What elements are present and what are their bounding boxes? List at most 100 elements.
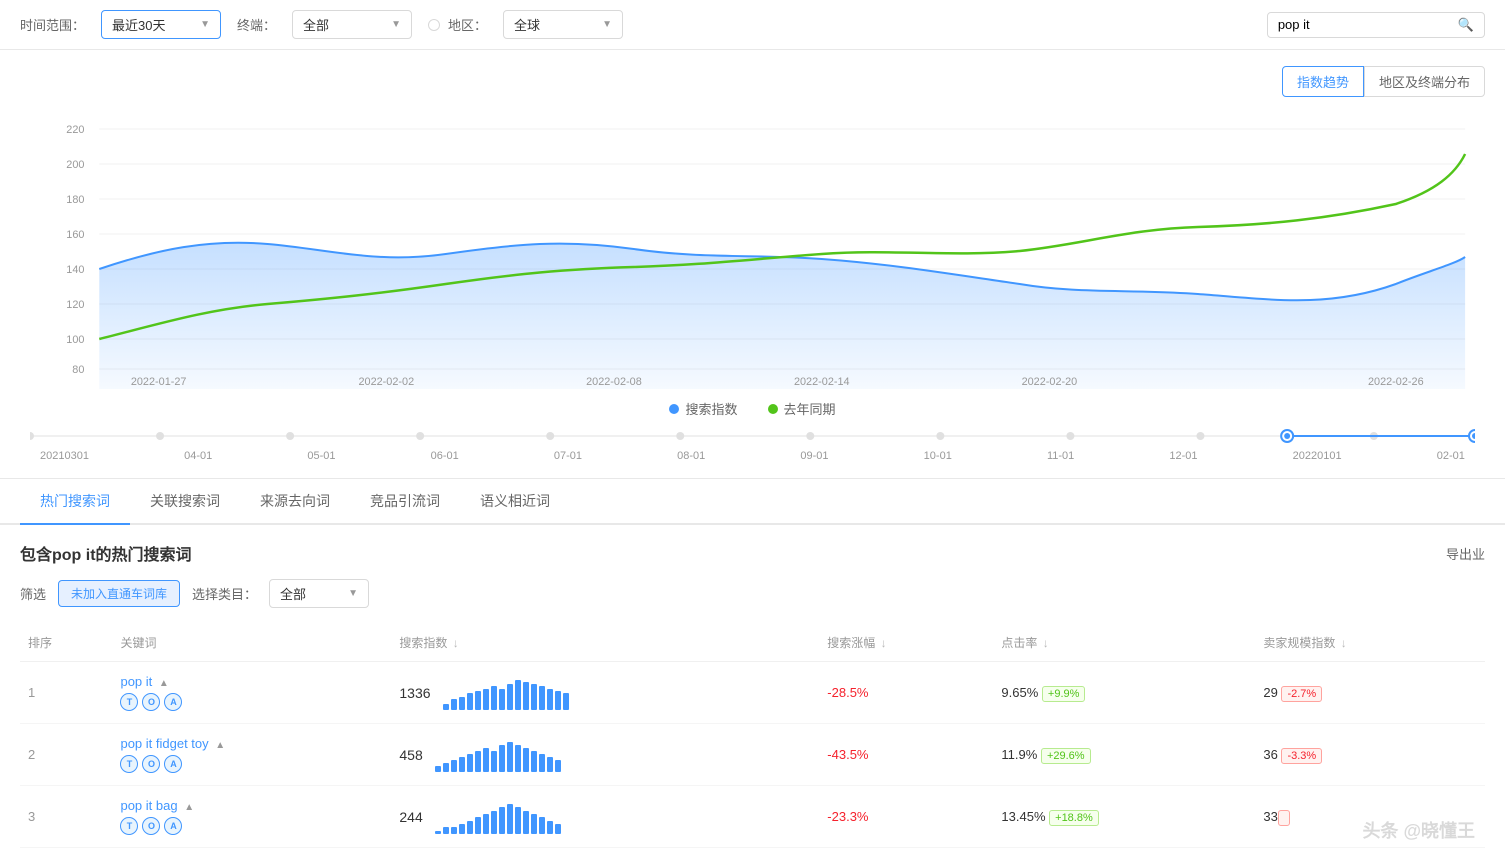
time-chevron-icon: ▼: [200, 19, 210, 30]
tag-icons: TOA: [120, 817, 383, 835]
th-growth: 搜索涨幅 ↓: [819, 624, 993, 662]
tab-trend[interactable]: 指数趋势: [1282, 66, 1364, 97]
mini-bar: [467, 754, 473, 772]
tl-10: 12-01: [1169, 450, 1197, 462]
click-rate-val: 9.65%: [1001, 685, 1038, 700]
mini-bar: [507, 804, 513, 834]
mini-bar: [555, 691, 561, 710]
cell-click-rate: 11.9% +29.6%: [993, 724, 1255, 786]
seller-growth-tag: [1278, 810, 1290, 826]
content-area: 包含pop it的热门搜索词 导出业 筛选 未加入直通车词库 选择类目： 全部 …: [0, 525, 1505, 864]
th-rank: 排序: [20, 624, 112, 662]
click-growth-tag: +18.8%: [1049, 810, 1099, 826]
search-icon[interactable]: 🔍: [1458, 17, 1474, 33]
sort-click-icon[interactable]: ↓: [1043, 636, 1049, 650]
mini-bar: [563, 693, 569, 710]
terminal-label: 终端：: [237, 15, 276, 34]
svg-text:2022-02-26: 2022-02-26: [1368, 376, 1424, 388]
tab-region[interactable]: 地区及终端分布: [1364, 66, 1485, 97]
cell-rank: 2: [20, 724, 112, 786]
sort-seller-icon[interactable]: ↓: [1341, 636, 1347, 650]
chart-tabs: 指数趋势 地区及终端分布: [20, 66, 1485, 97]
tl-4: 06-01: [431, 450, 459, 462]
tag-icon: O: [142, 755, 160, 773]
rank-num: 3: [28, 809, 35, 824]
keyword-link[interactable]: pop it bag ▲: [120, 798, 194, 813]
cell-search-index: 1336: [391, 662, 819, 724]
trend-arrow-icon: ▲: [215, 740, 225, 751]
cell-seller-index: 33: [1255, 786, 1485, 848]
tab-source-dest[interactable]: 来源去向词: [240, 479, 350, 525]
mini-bar: [435, 831, 441, 834]
svg-text:100: 100: [66, 334, 84, 346]
mini-bar: [531, 751, 537, 772]
click-growth-tag: +9.9%: [1042, 686, 1086, 702]
svg-text:2022-02-02: 2022-02-02: [358, 376, 414, 388]
table-row: 3pop it bag ▲TOA244-23.3%13.45% +18.8%33: [20, 786, 1485, 848]
mini-bar: [539, 686, 545, 710]
mini-bar: [491, 811, 497, 834]
tl-3: 05-01: [307, 450, 335, 462]
mini-bar: [467, 821, 473, 834]
category-select[interactable]: 全部 ▼: [269, 579, 369, 608]
keyword-link[interactable]: pop it fidget toy ▲: [120, 736, 225, 751]
tl-5: 07-01: [554, 450, 582, 462]
time-select[interactable]: 最近30天 ▼: [101, 10, 221, 39]
sort-growth-icon[interactable]: ↓: [881, 636, 887, 650]
export-button[interactable]: 导出业: [1446, 544, 1485, 563]
cell-keyword: pop it fidget toy ▲TOA: [112, 724, 391, 786]
cell-rank: 3: [20, 786, 112, 848]
th-seller-index: 卖家规模指数 ↓: [1255, 624, 1485, 662]
region-label: 地区：: [448, 15, 487, 34]
legend-lastyear-label: 去年同期: [784, 399, 836, 418]
trend-arrow-icon: ▲: [184, 802, 194, 813]
click-growth-tag: +29.6%: [1041, 748, 1091, 764]
mini-bar: [531, 684, 537, 710]
rank-num: 2: [28, 747, 35, 762]
svg-text:80: 80: [72, 364, 84, 376]
legend-search: 搜索指数: [669, 399, 737, 418]
mini-bar: [499, 807, 505, 834]
sort-search-icon[interactable]: ↓: [453, 636, 459, 650]
tl-7: 09-01: [800, 450, 828, 462]
mini-bar: [547, 689, 553, 710]
search-input[interactable]: [1278, 17, 1458, 32]
top-filter-bar: 时间范围： 最近30天 ▼ 终端： 全部 ▼ 地区： 全球 ▼ 🔍: [0, 0, 1505, 50]
terminal-chevron-icon: ▼: [391, 19, 401, 30]
time-label: 时间范围：: [20, 15, 85, 34]
mini-bar: [523, 748, 529, 772]
mini-bar: [459, 697, 465, 710]
search-index-val: 244: [399, 809, 422, 825]
mini-chart: [435, 799, 561, 834]
mini-bar: [539, 817, 545, 834]
mini-bar: [443, 704, 449, 710]
growth-value: -28.5%: [827, 685, 868, 700]
filter-row: 筛选 未加入直通车词库 选择类目： 全部 ▼: [20, 579, 1485, 608]
terminal-value: 全部: [303, 15, 329, 34]
section-title: 包含pop it的热门搜索词: [20, 541, 192, 565]
region-radio[interactable]: [428, 19, 440, 31]
timeline-labels: 20210301 04-01 05-01 06-01 07-01 08-01 0…: [30, 450, 1475, 462]
tab-semantic[interactable]: 语义相近词: [460, 479, 570, 525]
click-rate-val: 11.9%: [1001, 747, 1037, 762]
cell-seller-index: 36 -3.3%: [1255, 724, 1485, 786]
seller-growth-tag: -3.3%: [1281, 748, 1322, 764]
cell-rank: 1: [20, 662, 112, 724]
filter-tag-cart[interactable]: 未加入直通车词库: [58, 580, 180, 607]
legend-lastyear-dot: [768, 404, 778, 414]
tab-competitor[interactable]: 竞品引流词: [350, 479, 460, 525]
mini-bar: [523, 811, 529, 834]
mini-bar: [435, 766, 441, 772]
tab-related-search[interactable]: 关联搜索词: [130, 479, 240, 525]
tab-hot-search[interactable]: 热门搜索词: [20, 479, 130, 525]
region-select[interactable]: 全球 ▼: [503, 10, 623, 39]
tl-12: 02-01: [1437, 450, 1465, 462]
terminal-select[interactable]: 全部 ▼: [292, 10, 412, 39]
keyword-link[interactable]: pop it ▲: [120, 674, 168, 689]
growth-value: -43.5%: [827, 747, 868, 762]
search-box[interactable]: 🔍: [1267, 12, 1485, 38]
mini-bar: [467, 693, 473, 710]
timeline-area: 20210301 04-01 05-01 06-01 07-01 08-01 0…: [0, 426, 1505, 479]
mini-bar: [547, 757, 553, 772]
mini-bar: [475, 751, 481, 772]
